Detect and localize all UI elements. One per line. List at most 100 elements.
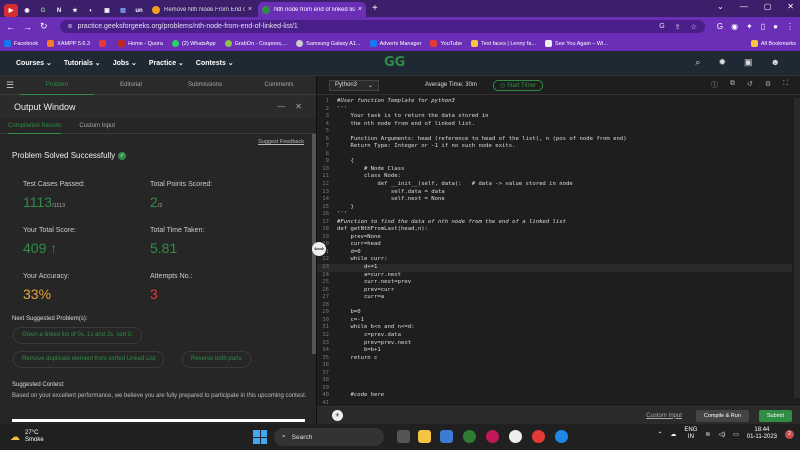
weather-widget[interactable]: ☁ 27°C Smoke (10, 430, 44, 444)
code-line[interactable]: 39 (317, 385, 792, 393)
tab-custom-input[interactable]: Custom Input (79, 118, 115, 134)
code-line[interactable]: 14 self.next = None (317, 196, 792, 204)
menu-icon[interactable]: ⋮ (786, 22, 794, 31)
bookmark-text-faces[interactable]: Text faces | Lenny fa... (471, 40, 536, 47)
compile-run-button[interactable]: Compile & Run (695, 409, 749, 422)
menu-contests[interactable]: Contests ⌄ (196, 59, 234, 67)
bookmark-quora[interactable]: Home - Quora (118, 40, 163, 47)
output-horizontal-scrollbar[interactable] (12, 419, 305, 422)
theme-toggle-icon[interactable]: ✹ (718, 57, 726, 68)
menu-courses[interactable]: Courses ⌄ (16, 59, 52, 67)
puzzle-icon[interactable]: ✦ (746, 22, 753, 31)
code-line[interactable]: 2 ''' (317, 106, 792, 114)
taskbar-search[interactable]: ⌕ Search (274, 428, 384, 446)
maximize-icon[interactable]: ▢ (764, 2, 772, 11)
settings-icon[interactable]: ⚙ (765, 80, 771, 90)
tab-problem[interactable]: Problem (20, 76, 94, 95)
tab-nth-node[interactable]: Nth node from end of linked list × (258, 2, 366, 17)
onedrive-icon[interactable]: ☁ (670, 431, 676, 438)
code-line[interactable]: 20 curr=head (317, 241, 792, 249)
bookmark-adverts[interactable]: Adverts Manager (369, 40, 421, 47)
code-line[interactable]: 35 return c (317, 355, 792, 363)
code-line[interactable]: 16 ''' (317, 211, 792, 219)
code-line[interactable]: 40 #code here (317, 392, 792, 400)
code-line[interactable]: 31 while b<n and n<=d: (317, 324, 792, 332)
code-line[interactable]: 28 (317, 302, 792, 310)
volume-icon[interactable]: ◁) (718, 431, 725, 438)
google-lens-icon[interactable]: G (659, 23, 664, 31)
next-problem-reverse-both-parts[interactable]: Reverse both parts (182, 351, 251, 368)
editor-scrollbar[interactable] (794, 98, 800, 398)
sidebar-icon[interactable]: ▯ (761, 22, 765, 31)
gfg-logo[interactable]: GG (384, 55, 414, 72)
tab-search-icon[interactable]: ⌄ (717, 2, 724, 11)
code-line[interactable]: 6 Function Arguments: head (reference to… (317, 136, 792, 144)
minimize-icon[interactable]: — (740, 2, 748, 11)
all-bookmarks[interactable]: All Bookmarks (750, 40, 796, 47)
code-line[interactable]: 15 } (317, 204, 792, 212)
bookmark-icon[interactable]: ★ (68, 4, 82, 17)
next-problem-sort-012[interactable]: Given a linked list of 0s, 1s and 2s, so… (13, 327, 142, 344)
theme-bulb-icon[interactable]: ☀ (332, 410, 343, 421)
bookmarks-icon[interactable]: ▣ (744, 57, 753, 68)
chevron-up-icon[interactable]: ⌃ (657, 431, 662, 438)
new-tab-icon[interactable]: + (372, 3, 378, 14)
copy-icon[interactable]: ⧉ (730, 80, 735, 90)
reset-icon[interactable]: ↺ (747, 80, 753, 90)
close-icon[interactable]: × (248, 6, 252, 13)
code-line[interactable]: 26 prev=curr (317, 287, 792, 295)
next-problem-remove-duplicate[interactable]: Remove duplicate element from sorted Lin… (13, 351, 165, 368)
window-close-icon[interactable]: ✕ (787, 2, 794, 11)
code-area[interactable]: 1 #User function Template for python3 2 '''… (317, 98, 792, 404)
youtube-icon[interactable]: ▶ (4, 4, 18, 17)
notification-badge[interactable]: 2 (785, 429, 794, 439)
code-line[interactable]: 11 class Node: (317, 173, 792, 181)
panel-resize-handle[interactable]: ⟺ (312, 242, 326, 256)
bookmark-see-you-again[interactable]: See You Again – Wi... (545, 40, 608, 47)
code-line[interactable]: 1 #User function Template for python3 (317, 98, 792, 106)
menu-jobs[interactable]: Jobs ⌄ (113, 59, 137, 67)
menu-tutorials[interactable]: Tutorials ⌄ (64, 59, 101, 67)
docs-icon[interactable]: ▤ (116, 4, 130, 17)
code-line[interactable]: 41 (317, 400, 792, 404)
task-view-icon[interactable] (397, 430, 410, 443)
notion-icon[interactable]: ▣ (100, 4, 114, 17)
windows-start-icon[interactable] (253, 430, 267, 444)
code-line[interactable]: 38 (317, 377, 792, 385)
custom-input-link[interactable]: Custom Input (646, 413, 682, 419)
code-line[interactable]: 27 curr=a (317, 294, 792, 302)
wifi-icon[interactable]: ≋ (705, 431, 710, 438)
star-icon[interactable]: ☆ (691, 23, 697, 31)
app-icon[interactable] (486, 430, 499, 443)
reload-icon[interactable]: ↻ (40, 21, 48, 32)
menu-practice[interactable]: Practice ⌄ (149, 59, 184, 67)
bookmark-whatsapp[interactable]: (2) WhatsApp (171, 40, 216, 47)
chrome-icon[interactable]: ◉ (20, 4, 34, 17)
close-icon[interactable]: × (358, 6, 362, 13)
file-explorer-icon[interactable] (418, 430, 431, 443)
code-line[interactable]: 3 Your task is to return the data stored… (317, 113, 792, 121)
chrome-taskbar-icon[interactable] (532, 430, 545, 443)
bookmark-youtube-1[interactable] (99, 40, 109, 47)
code-line[interactable]: 12 def __init__(self, data): # data -> v… (317, 181, 792, 189)
code-line[interactable]: 37 (317, 370, 792, 378)
code-line[interactable]: 21 d=0 (317, 249, 792, 257)
avatar[interactable]: ● (773, 22, 778, 31)
code-line[interactable]: 30 c=-1 (317, 317, 792, 325)
clock[interactable]: 18:44 01-11-2023 (747, 427, 777, 441)
bookmark-samsung[interactable]: Samsung Galaxy A1... (296, 40, 361, 47)
code-line[interactable]: 32 c=prev.data (317, 332, 792, 340)
site-info-icon[interactable]: ⊜ (68, 23, 73, 30)
input-language[interactable]: ENG IN (684, 427, 697, 441)
tab-compilation-results[interactable]: Compilation Results (8, 118, 62, 134)
forward-icon[interactable]: → (23, 22, 32, 32)
code-line[interactable]: 33 prev=prev.next (317, 340, 792, 348)
code-line[interactable]: 7 Return Type: Integer or -1 if no such … (317, 143, 792, 151)
close-panel-icon[interactable]: ✕ (295, 102, 302, 111)
code-line[interactable]: 23 d+=1 (317, 264, 792, 272)
code-line[interactable]: 17 #Function to find the data of nth node… (317, 219, 792, 227)
language-select[interactable]: Python3 ⌄ (329, 79, 379, 91)
xbox-icon[interactable] (463, 430, 476, 443)
info-icon[interactable]: ⓘ (711, 80, 718, 90)
tab-submissions[interactable]: Submissions (168, 82, 242, 88)
